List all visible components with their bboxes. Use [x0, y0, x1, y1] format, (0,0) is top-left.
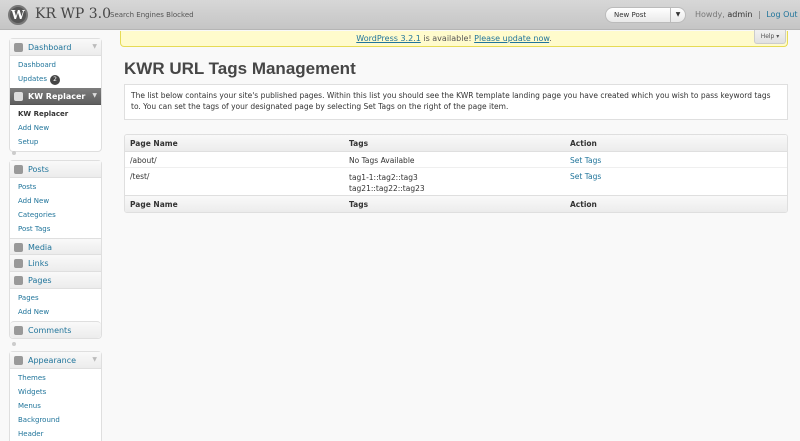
wordpress-version-link[interactable]: WordPress 3.2.1: [356, 34, 421, 43]
media-icon: [14, 243, 23, 252]
submenu-item-categories[interactable]: Categories: [10, 208, 101, 222]
tag-line: tag1-1::tag2::tag3: [349, 173, 418, 182]
home-icon: [14, 43, 23, 52]
menu-appearance-label[interactable]: Appearance: [28, 356, 76, 365]
menu-separator: [12, 342, 16, 346]
menu-dashboard[interactable]: Dashboard ▼: [10, 39, 101, 56]
menu-posts-label[interactable]: Posts: [28, 165, 49, 174]
updates-label[interactable]: Updates: [18, 75, 47, 83]
favorite-action-label[interactable]: New Post: [614, 11, 646, 19]
menu-pages[interactable]: Pages: [10, 272, 101, 289]
pin-icon: [14, 165, 23, 174]
username-link[interactable]: admin: [727, 10, 752, 19]
page-title: KWR URL Tags Management: [124, 59, 356, 78]
submenu-pages: Pages Add New: [10, 289, 101, 321]
set-tags-link[interactable]: Set Tags: [570, 172, 601, 181]
menu-group-dashboard: Dashboard ▼ Dashboard Updates 2 KW Replac…: [9, 38, 102, 152]
column-page-name: Page Name: [130, 139, 178, 148]
menu-separator: [12, 151, 16, 155]
menu-appearance[interactable]: Appearance ▼: [10, 352, 101, 369]
search-engines-blocked-note: Search Engines Blocked: [110, 11, 194, 19]
menu-kw-replacer[interactable]: KW Replacer ▼: [10, 88, 101, 105]
chevron-down-icon: ▾: [776, 33, 780, 40]
tags-cell: No Tags Available: [349, 156, 415, 165]
page-name-cell: /test/: [130, 172, 150, 181]
menu-media-label[interactable]: Media: [28, 243, 52, 252]
table-footer: Page Name Tags Action: [125, 195, 787, 212]
submenu-item-widgets[interactable]: Widgets: [10, 385, 101, 399]
submenu-item-updates[interactable]: Updates 2: [10, 72, 101, 86]
menu-posts[interactable]: Posts: [10, 161, 101, 178]
menu-group-appearance: Appearance ▼ Themes Widgets Menus Backgr…: [9, 351, 102, 441]
submenu-item-kw-replacer[interactable]: KW Replacer: [10, 107, 101, 121]
menu-comments[interactable]: Comments: [10, 321, 101, 338]
plugin-icon: [14, 92, 23, 101]
menu-pages-label[interactable]: Pages: [28, 276, 52, 285]
submenu-item-menus[interactable]: Menus: [10, 399, 101, 413]
submenu-item-add-new[interactable]: Add New: [10, 121, 101, 135]
submenu-item-dashboard[interactable]: Dashboard: [10, 58, 101, 72]
column-page-name: Page Name: [130, 200, 178, 209]
brush-icon: [14, 356, 23, 365]
table-row: /about/ No Tags Available Set Tags: [125, 152, 787, 168]
submenu-item-add-new-post[interactable]: Add New: [10, 194, 101, 208]
admin-sidebar: Dashboard ▼ Dashboard Updates 2 KW Replac…: [0, 30, 110, 441]
comment-icon: [14, 326, 23, 335]
user-info-separator: |: [757, 10, 761, 19]
column-action: Action: [570, 139, 597, 148]
page-name-cell: /about/: [130, 156, 157, 165]
submenu-appearance: Themes Widgets Menus Background Header: [10, 369, 101, 441]
column-action: Action: [570, 200, 597, 209]
menu-media[interactable]: Media: [10, 238, 101, 255]
help-tab[interactable]: Help ▾: [754, 30, 786, 44]
updates-count-badge: 2: [50, 75, 60, 85]
user-info: Howdy, admin | Log Out: [695, 10, 798, 19]
chevron-down-icon[interactable]: ▼: [670, 8, 685, 22]
submenu-kw-replacer: KW Replacer Add New Setup: [10, 105, 101, 151]
submenu-posts: Posts Add New Categories Post Tags: [10, 178, 101, 238]
help-tab-label[interactable]: Help: [761, 33, 775, 40]
nag-text: is available!: [420, 34, 475, 43]
page-icon: [14, 276, 23, 285]
update-now-link[interactable]: Please update now: [474, 34, 549, 43]
logout-link[interactable]: Log Out: [766, 10, 797, 19]
link-icon: [14, 259, 23, 268]
menu-toggle-icon[interactable]: ▼: [92, 356, 97, 363]
submenu-item-posts[interactable]: Posts: [10, 180, 101, 194]
column-tags: Tags: [349, 139, 369, 148]
menu-links-label[interactable]: Links: [28, 259, 49, 268]
tags-cell: tag1-1::tag2::tag3 tag21::tag22::tag23: [349, 172, 425, 194]
tag-line: tag21::tag22::tag23: [349, 184, 425, 193]
menu-kw-replacer-label[interactable]: KW Replacer: [28, 92, 85, 101]
wordpress-logo-icon[interactable]: W: [8, 5, 28, 25]
submenu-item-setup[interactable]: Setup: [10, 135, 101, 149]
submenu-item-pages[interactable]: Pages: [10, 291, 101, 305]
menu-toggle-icon[interactable]: ▼: [92, 92, 97, 99]
submenu-item-add-new-page[interactable]: Add New: [10, 305, 101, 319]
submenu-dashboard: Dashboard Updates 2: [10, 56, 101, 88]
url-tags-table: Page Name Tags Action /about/ No Tags Av…: [124, 134, 788, 213]
favorite-actions-dropdown[interactable]: New Post ▼: [605, 7, 686, 23]
admin-header: W KR WP 3.0 Search Engines Blocked New P…: [0, 0, 800, 30]
site-title[interactable]: KR WP 3.0: [35, 6, 111, 22]
nag-period: .: [549, 34, 552, 43]
update-nag: WordPress 3.2.1 is available! Please upd…: [120, 31, 788, 47]
submenu-item-header[interactable]: Header: [10, 427, 101, 441]
menu-links[interactable]: Links: [10, 255, 101, 272]
column-tags: Tags: [349, 200, 369, 209]
howdy-text: Howdy,: [695, 10, 725, 19]
table-header: Page Name Tags Action: [125, 135, 787, 152]
menu-group-content: Posts Posts Add New Categories Post Tags…: [9, 160, 102, 339]
submenu-item-themes[interactable]: Themes: [10, 371, 101, 385]
submenu-item-background[interactable]: Background: [10, 413, 101, 427]
description-box: The list below contains your site's publ…: [124, 84, 788, 120]
menu-comments-label[interactable]: Comments: [28, 326, 71, 335]
submenu-item-post-tags[interactable]: Post Tags: [10, 222, 101, 236]
set-tags-link[interactable]: Set Tags: [570, 156, 601, 165]
menu-toggle-icon[interactable]: ▼: [92, 43, 97, 50]
menu-dashboard-label[interactable]: Dashboard: [28, 43, 71, 52]
table-row: /test/ tag1-1::tag2::tag3 tag21::tag22::…: [125, 168, 787, 195]
